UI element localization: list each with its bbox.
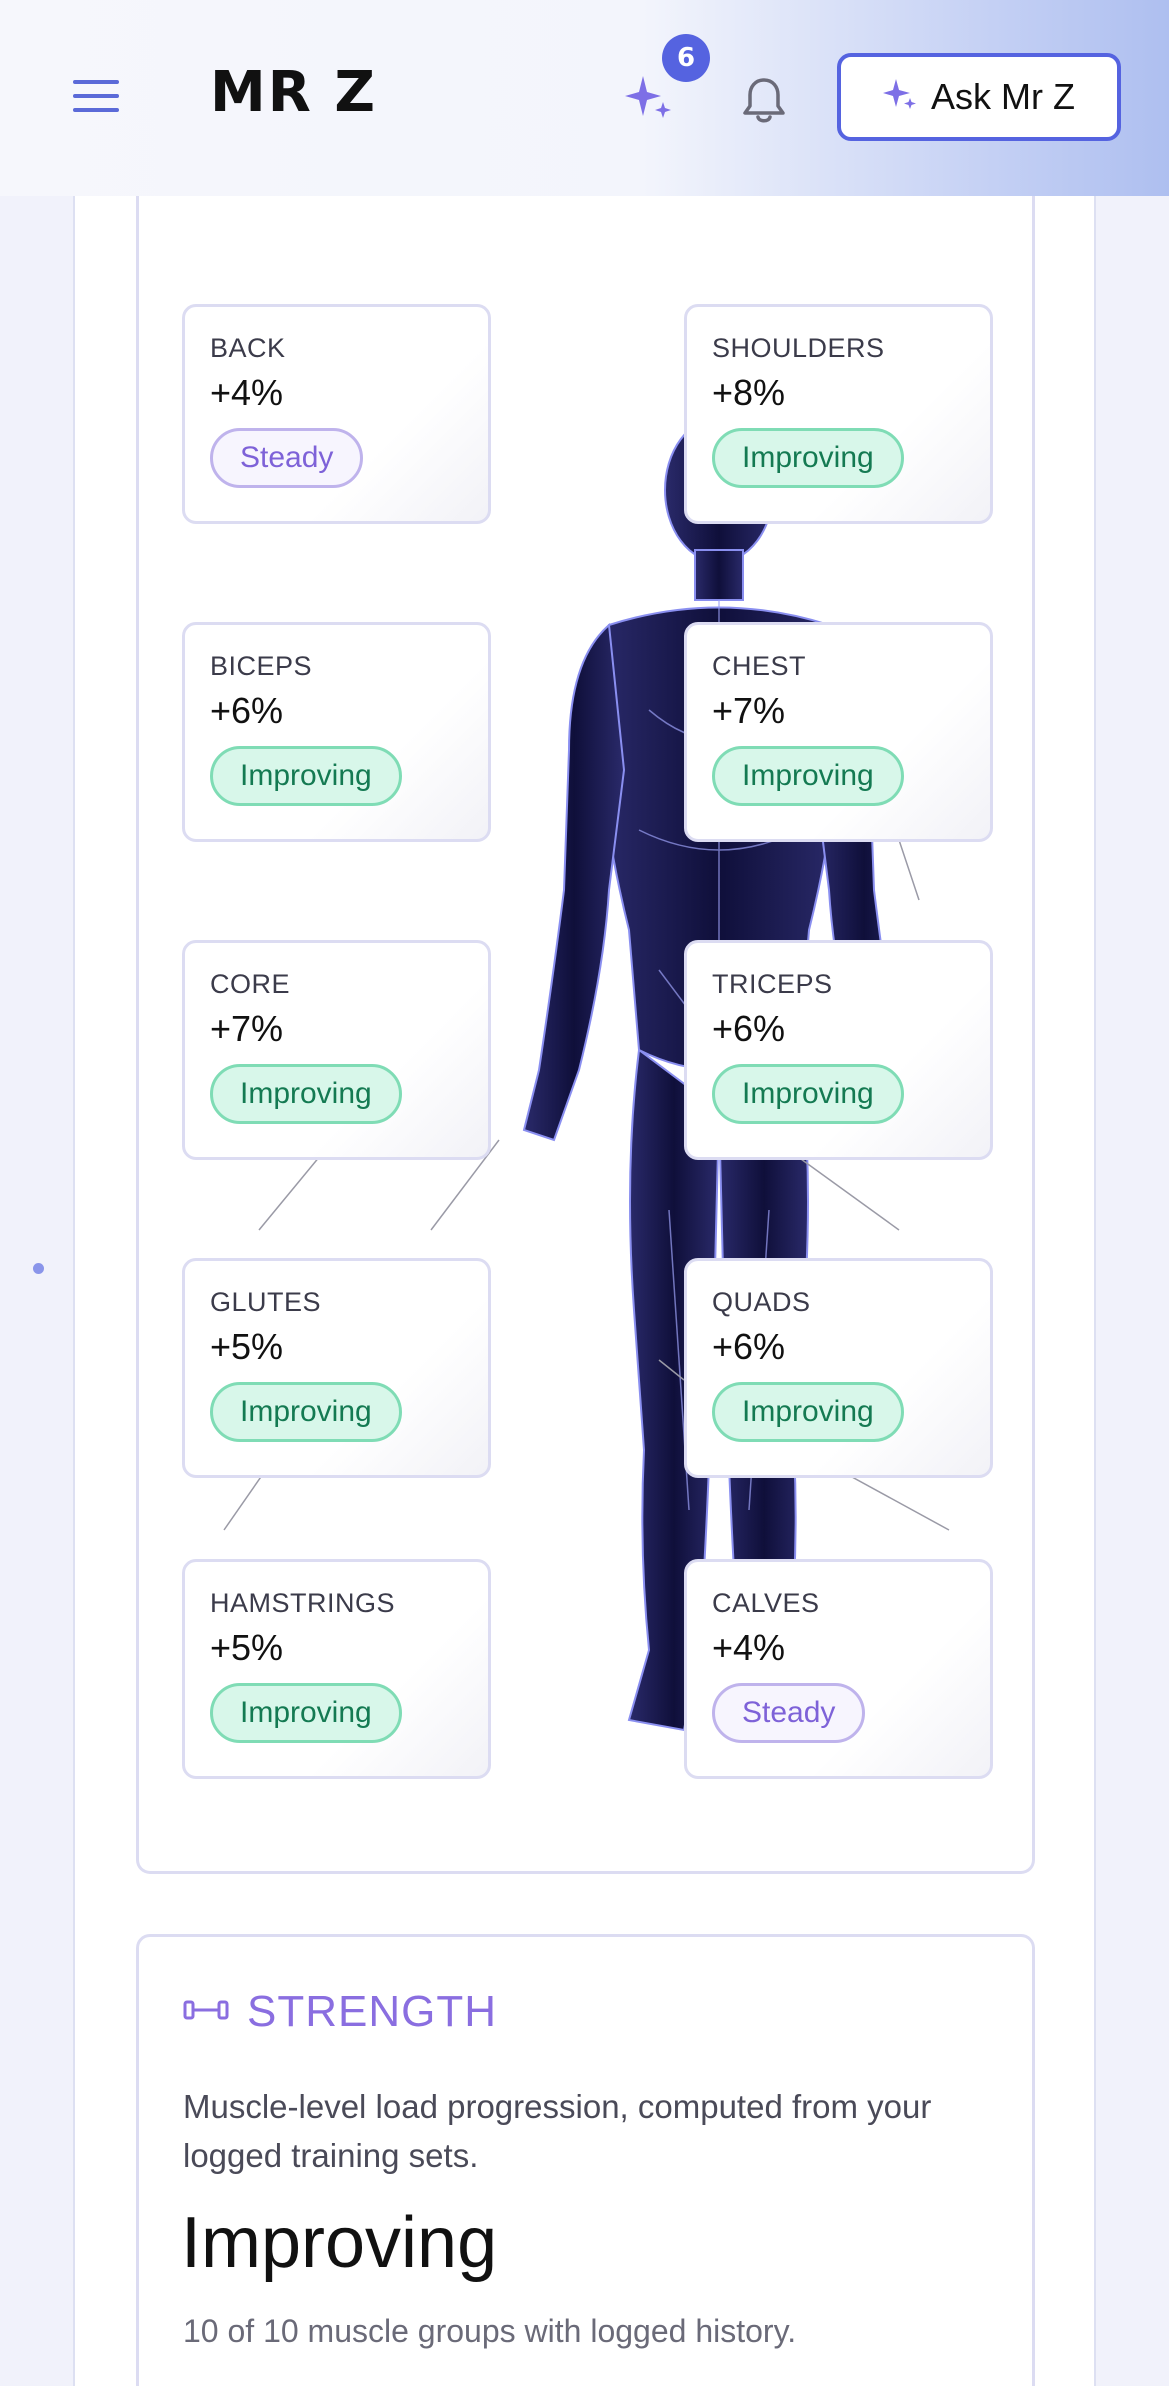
- sparkle-icon: [883, 76, 917, 119]
- hamburger-menu-icon[interactable]: [73, 80, 119, 114]
- status-badge: Improving: [210, 1683, 402, 1743]
- muscle-card-biceps[interactable]: BICEPS +6% Improving: [182, 622, 491, 842]
- strength-description: Muscle-level load progression, computed …: [183, 2088, 932, 2174]
- logo-text: MR Z: [210, 60, 377, 125]
- strength-header: STRENGTH: [183, 1987, 497, 2037]
- muscle-name: SHOULDERS: [712, 333, 885, 363]
- top-header: MR Z 6 Ask Mr Z: [0, 0, 1169, 196]
- strength-summary: 10 of 10 muscle groups with logged histo…: [183, 2313, 797, 2349]
- muscle-name: TRICEPS: [712, 969, 833, 999]
- status-badge: Improving: [210, 1064, 402, 1124]
- muscle-card-glutes[interactable]: GLUTES +5% Improving: [182, 1258, 491, 1478]
- strength-title: STRENGTH: [247, 1987, 497, 2036]
- muscle-map-card: BACK +4% Steady SHOULDERS +8% Improving …: [136, 170, 1035, 1874]
- muscle-name: CORE: [210, 969, 291, 999]
- muscle-name: HAMSTRINGS: [210, 1588, 396, 1618]
- sparkle-icon[interactable]: [625, 70, 675, 124]
- muscle-card-calves[interactable]: CALVES +4% Steady: [684, 1559, 993, 1779]
- strength-card: STRENGTH Muscle-level load progression, …: [136, 1934, 1035, 2386]
- muscle-change: +6%: [712, 1008, 786, 1049]
- muscle-card-shoulders[interactable]: SHOULDERS +8% Improving: [684, 304, 993, 524]
- muscle-name: BACK: [210, 333, 286, 363]
- dumbbell-icon: [183, 1998, 229, 2026]
- muscle-name: CHEST: [712, 651, 807, 681]
- muscle-change: +4%: [210, 372, 284, 413]
- status-badge: Improving: [712, 746, 904, 806]
- muscle-change: +5%: [210, 1627, 284, 1668]
- side-indicator-dot: [33, 1263, 44, 1274]
- bell-icon[interactable]: [740, 74, 788, 126]
- muscle-name: QUADS: [712, 1287, 811, 1317]
- status-badge: Steady: [210, 428, 364, 488]
- strength-status: Improving: [181, 2203, 498, 2283]
- ask-mr-z-button[interactable]: Ask Mr Z: [837, 53, 1121, 141]
- muscle-change: +8%: [712, 372, 786, 413]
- muscle-name: BICEPS: [210, 651, 313, 681]
- muscle-name: GLUTES: [210, 1287, 322, 1317]
- status-badge: Improving: [712, 1382, 904, 1442]
- muscle-change: +7%: [210, 1008, 284, 1049]
- status-badge: Improving: [712, 1064, 904, 1124]
- status-badge: Improving: [210, 746, 402, 806]
- muscle-card-triceps[interactable]: TRICEPS +6% Improving: [684, 940, 993, 1160]
- muscle-change: +5%: [210, 1326, 284, 1367]
- status-badge: Steady: [712, 1683, 866, 1743]
- muscle-change: +7%: [712, 690, 786, 731]
- status-badge: Improving: [712, 428, 904, 488]
- muscle-card-back[interactable]: BACK +4% Steady: [182, 304, 491, 524]
- muscle-change: +6%: [210, 690, 284, 731]
- status-badge: Improving: [210, 1382, 402, 1442]
- muscle-card-core[interactable]: CORE +7% Improving: [182, 940, 491, 1160]
- notification-count-badge: 6: [662, 34, 710, 82]
- muscle-card-chest[interactable]: CHEST +7% Improving: [684, 622, 993, 842]
- muscle-card-hamstrings[interactable]: HAMSTRINGS +5% Improving: [182, 1559, 491, 1779]
- muscle-change: +4%: [712, 1627, 786, 1668]
- logo[interactable]: MR Z: [210, 52, 430, 142]
- muscle-name: CALVES: [712, 1588, 820, 1618]
- muscle-change: +6%: [712, 1326, 786, 1367]
- muscle-card-quads[interactable]: QUADS +6% Improving: [684, 1258, 993, 1478]
- ask-button-label: Ask Mr Z: [931, 76, 1075, 117]
